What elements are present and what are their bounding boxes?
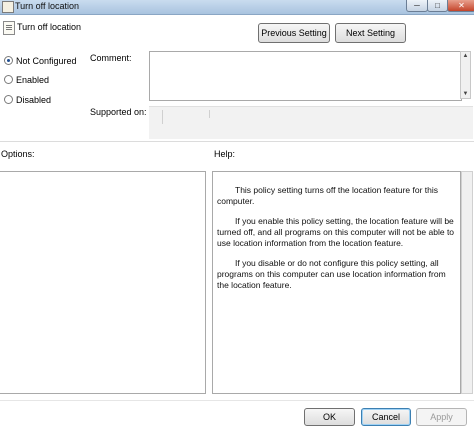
scroll-down-arrow-icon[interactable]: ▼ — [460, 89, 471, 99]
scroll-up-arrow-icon[interactable]: ▲ — [460, 51, 471, 61]
comment-textarea[interactable] — [149, 51, 462, 101]
help-scrollbar[interactable] — [461, 171, 473, 394]
radio-unchecked-icon[interactable] — [4, 75, 13, 84]
cancel-button[interactable]: Cancel — [361, 408, 411, 426]
radio-unchecked-icon[interactable] — [4, 95, 13, 104]
radio-label: Not Configured — [16, 56, 77, 66]
window-title: Turn off location — [15, 1, 80, 11]
radio-not-configured[interactable]: Not Configured — [4, 56, 77, 66]
help-label: Help: — [214, 149, 236, 159]
radio-label: Disabled — [16, 95, 52, 105]
policy-document-icon — [3, 21, 15, 35]
footer-divider — [0, 400, 474, 401]
maximize-button[interactable]: □ — [427, 0, 448, 12]
help-paragraph: If you disable or do not configure this … — [217, 258, 446, 290]
help-panel: This policy setting turns off the locati… — [212, 171, 461, 394]
supported-on-label: Supported on: — [90, 107, 147, 117]
minimize-button[interactable]: ─ — [406, 0, 428, 12]
ok-button[interactable]: OK — [304, 408, 355, 426]
radio-checked-icon[interactable] — [4, 56, 13, 65]
radio-disabled[interactable]: Disabled — [4, 95, 51, 105]
options-panel — [0, 171, 206, 394]
supported-on-divider — [162, 110, 208, 124]
comment-label: Comment: — [90, 53, 132, 63]
help-paragraph: This policy setting turns off the locati… — [217, 185, 439, 206]
close-button[interactable]: ✕ — [447, 0, 474, 12]
policy-name: Turn off location — [17, 22, 82, 32]
radio-enabled[interactable]: Enabled — [4, 75, 49, 85]
app-icon — [2, 1, 14, 13]
apply-button[interactable]: Apply — [416, 408, 467, 426]
help-paragraph: If you enable this policy setting, the l… — [217, 216, 455, 248]
section-divider — [0, 141, 474, 142]
previous-setting-button[interactable]: Previous Setting — [258, 23, 330, 43]
next-setting-button[interactable]: Next Setting — [335, 23, 406, 43]
radio-label: Enabled — [16, 75, 50, 85]
supported-on-divider — [209, 110, 440, 118]
options-label: Options: — [1, 149, 35, 159]
